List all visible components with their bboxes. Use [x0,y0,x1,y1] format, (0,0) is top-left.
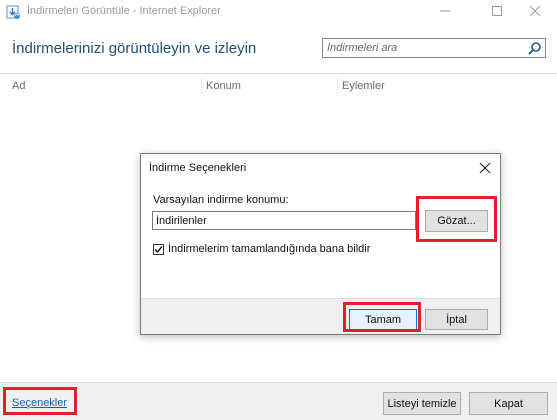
dialog-close-icon[interactable] [477,160,493,176]
close-button[interactable]: Kapat [469,392,548,415]
dialog-body: Varsayılan indirme konumu: Gözat... İndi… [141,182,500,298]
download-options-dialog: İndirme Seçenekleri Varsayılan indirme k… [140,153,501,335]
window-title: İndirmeleri Görüntüle - Internet Explore… [27,5,221,17]
search-box[interactable] [322,38,546,58]
dialog-title: İndirme Seçenekleri [149,162,247,174]
clear-list-button[interactable]: Listeyi temizle [383,392,461,415]
maximize-icon [491,3,502,21]
dialog-titlebar: İndirme Seçenekleri [141,154,500,182]
default-location-field[interactable] [152,211,416,230]
column-header-location[interactable]: Konum [206,80,241,92]
options-link[interactable]: Seçenekler [12,397,67,409]
ie-download-icon [5,4,21,20]
close-window-button[interactable] [512,0,557,24]
search-input[interactable] [327,41,517,55]
header-divider [0,73,557,74]
page-title: İndirmelerinizi görüntüleyin ve izleyin [12,40,257,57]
search-icon[interactable] [527,41,543,56]
dialog-divider [141,298,500,299]
column-separator [337,76,338,94]
column-header-actions[interactable]: Eylemler [342,80,385,92]
column-separator [201,76,202,94]
cancel-button[interactable]: İptal [425,309,488,330]
notify-checkbox-label[interactable]: İndirmelerim tamamlandığında bana bildir [168,243,370,255]
window-titlebar: İndirmeleri Görüntüle - Internet Explore… [0,0,557,24]
minimize-button[interactable] [422,0,467,24]
notify-checkbox[interactable] [153,244,164,255]
minimize-icon [439,3,450,21]
column-header-name[interactable]: Ad [12,80,25,92]
default-location-label: Varsayılan indirme konumu: [153,194,289,206]
close-icon [529,3,540,21]
ok-button[interactable]: Tamam [349,309,417,330]
browse-button[interactable]: Gözat... [425,210,488,232]
